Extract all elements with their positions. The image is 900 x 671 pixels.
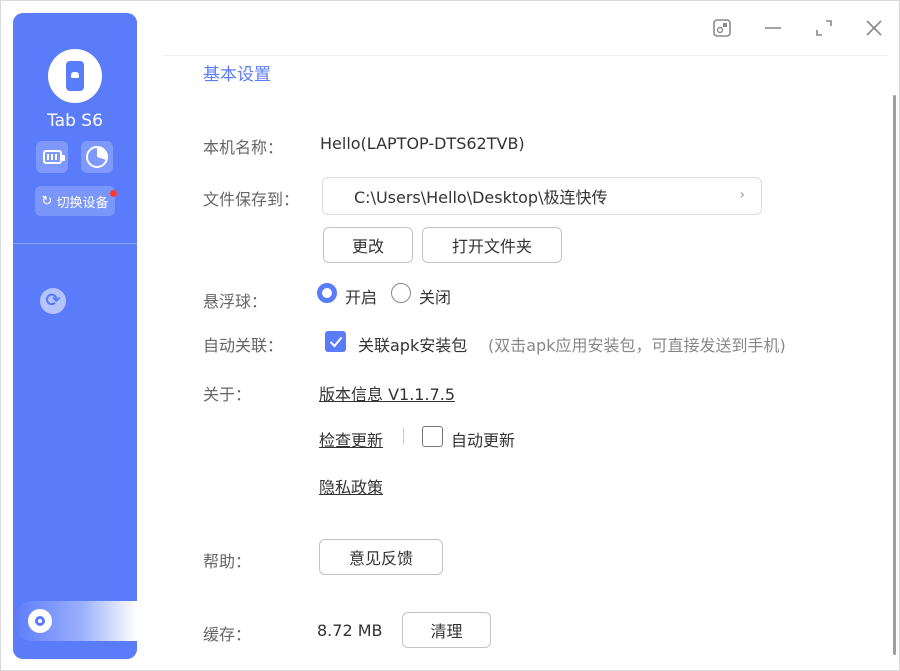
about-label: 关于： (203, 385, 252, 404)
battery-icon (42, 150, 65, 164)
save-path-value: C:\Users\Hello\Desktop\极连快传 (354, 188, 608, 207)
cache-label: 缓存： (203, 625, 252, 644)
checkmark-icon (329, 336, 342, 347)
auto-update-checkbox[interactable] (422, 426, 443, 447)
chevron-right-icon: › (739, 187, 745, 203)
device-name-value: Hello(LAPTOP-DTS62TVB) (320, 134, 525, 153)
scrollbar[interactable] (893, 95, 896, 655)
refresh-icon: ↻ (41, 193, 53, 209)
change-button[interactable]: 更改 (323, 227, 413, 263)
float-on-label[interactable]: 开启 (345, 284, 377, 308)
version-info-link[interactable]: 版本信息 V1.1.7.5 (319, 381, 455, 405)
auto-link-checkbox[interactable] (325, 331, 346, 352)
sidebar-divider (13, 243, 137, 244)
auto-link-hint: (双击apk应用安装包，可直接发送到手机) (488, 336, 786, 355)
sync-icon[interactable]: ⟳ (40, 288, 66, 314)
section-title: 基本设置 (203, 65, 271, 85)
open-folder-button[interactable]: 打开文件夹 (422, 227, 562, 263)
device-name-label: 本机名称： (203, 138, 284, 157)
close-icon[interactable] (862, 16, 886, 40)
auto-link-label: 自动关联： (203, 336, 284, 355)
cache-size-value: 8.72 MB (317, 621, 383, 640)
sidebar: Tab S6 ↻ 切换设备 ⟳ (13, 13, 137, 659)
save-path-field[interactable]: C:\Users\Hello\Desktop\极连快传 › (322, 177, 762, 215)
notification-dot (110, 190, 117, 197)
separator (403, 428, 404, 444)
title-divider (163, 55, 888, 56)
android-phone-icon (66, 61, 84, 91)
clear-cache-button[interactable]: 清理 (402, 612, 491, 648)
settings-gear-icon[interactable] (28, 609, 52, 633)
privacy-policy-link[interactable]: 隐私政策 (319, 474, 383, 498)
storage-pie-icon (86, 146, 108, 168)
float-off-label[interactable]: 关闭 (419, 284, 451, 308)
device-name: Tab S6 (47, 111, 103, 131)
pin-window-icon[interactable] (710, 16, 734, 40)
maximize-icon[interactable] (812, 16, 836, 40)
feedback-button[interactable]: 意见反馈 (319, 539, 443, 575)
check-update-link[interactable]: 检查更新 (319, 427, 383, 451)
float-off-radio[interactable] (391, 283, 411, 303)
storage-status[interactable] (81, 141, 113, 173)
float-on-radio[interactable] (317, 283, 337, 303)
switch-device-label: 切换设备 (56, 195, 109, 211)
switch-device-button[interactable]: ↻ 切换设备 (35, 186, 115, 216)
minimize-icon[interactable] (761, 16, 785, 40)
save-to-label: 文件保存到： (203, 190, 300, 209)
auto-link-checkbox-label[interactable]: 关联apk安装包 (358, 332, 467, 356)
device-avatar[interactable] (48, 49, 102, 103)
battery-status[interactable] (36, 141, 68, 173)
auto-update-label[interactable]: 自动更新 (451, 427, 515, 451)
help-label: 帮助： (203, 552, 252, 571)
float-ball-label: 悬浮球： (203, 292, 268, 311)
